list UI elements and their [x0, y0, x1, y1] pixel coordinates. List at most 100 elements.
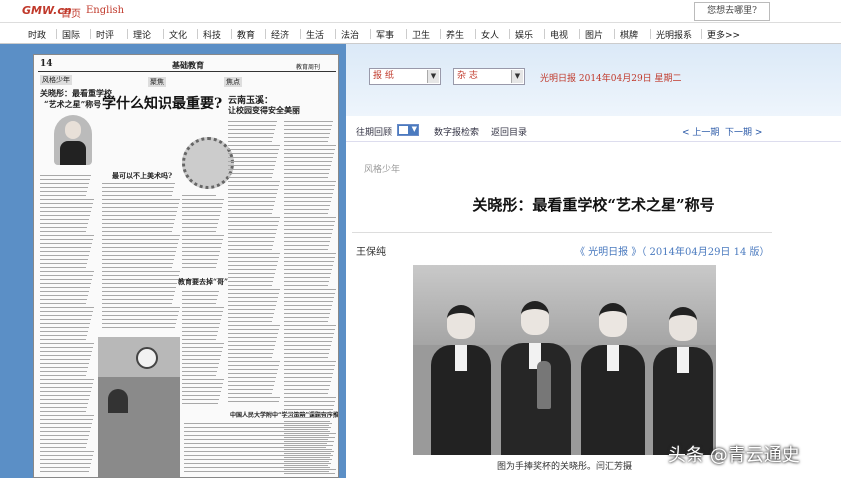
nav-item-2[interactable]: 时评	[96, 28, 114, 41]
text-line	[102, 319, 177, 320]
nav-item-7[interactable]: 经济	[271, 28, 289, 41]
text-line	[102, 199, 180, 200]
article-source: 《 光明日报 》（ 2014年04月29日 14 版）	[575, 247, 770, 258]
nav-item-5[interactable]: 科技	[203, 28, 221, 41]
english-link[interactable]: English	[86, 5, 124, 16]
newspaper-select[interactable]: 报 纸 ▼	[369, 68, 441, 85]
text-line	[182, 351, 222, 352]
back-to-index-link[interactable]: 返回目录	[491, 125, 527, 138]
text-line	[228, 325, 280, 326]
text-line	[182, 303, 216, 304]
text-line	[228, 293, 279, 294]
text-line	[40, 219, 89, 220]
text-line	[40, 323, 90, 324]
nav-separator	[163, 29, 164, 39]
next-issue-link[interactable]: 下一期 >	[725, 125, 762, 138]
text-line	[182, 375, 216, 376]
classroom-photo	[98, 337, 180, 477]
text-line	[184, 423, 332, 424]
text-line	[284, 325, 336, 326]
text-line	[102, 323, 176, 324]
text-line	[228, 253, 280, 254]
text-line	[40, 427, 91, 428]
text-line	[284, 153, 334, 154]
text-line	[182, 235, 224, 236]
text-line	[284, 189, 334, 190]
nav-item-8[interactable]: 生活	[306, 28, 324, 41]
nav-item-10[interactable]: 军事	[376, 28, 394, 41]
text-line	[40, 187, 88, 188]
nav-item-0[interactable]: 时政	[28, 28, 46, 41]
text-line	[40, 271, 94, 272]
text-line	[228, 225, 278, 226]
nav-item-14[interactable]: 娱乐	[515, 28, 533, 41]
text-line	[228, 177, 272, 178]
text-line	[184, 427, 331, 428]
nav-item-16[interactable]: 图片	[585, 28, 603, 41]
text-line	[228, 213, 272, 214]
prev-issue-link[interactable]: < 上一期	[682, 125, 719, 138]
nav-separator	[90, 29, 91, 39]
article-section: 风格少年	[364, 165, 401, 175]
text-line	[228, 121, 277, 122]
text-line	[102, 303, 172, 304]
text-line	[228, 205, 274, 206]
text-line	[228, 173, 273, 174]
text-line	[102, 299, 173, 300]
text-line	[40, 411, 86, 412]
nav-item-11[interactable]: 卫生	[412, 28, 430, 41]
nav-item-12[interactable]: 养生	[446, 28, 464, 41]
nav-item-19[interactable]: 更多>>	[707, 28, 740, 41]
nav-item-4[interactable]: 文化	[169, 28, 187, 41]
magazine-select[interactable]: 杂 志 ▼	[453, 68, 525, 85]
text-line	[182, 395, 220, 396]
nav-item-6[interactable]: 教育	[237, 28, 255, 41]
text-line	[228, 393, 272, 394]
text-line	[182, 259, 218, 260]
text-line	[40, 391, 91, 392]
home-link[interactable]: 首页	[61, 5, 81, 20]
text-line	[182, 195, 216, 196]
text-line	[284, 473, 335, 474]
text-line	[40, 191, 87, 192]
newspaper-page-image[interactable]: 14 基础教育 教育周刊 风格少年 关晓彤：最看重学校 “艺术之星”称号 聚焦 …	[33, 54, 339, 478]
text-line	[284, 265, 333, 266]
col1-portrait	[54, 115, 92, 165]
text-line	[182, 215, 220, 216]
text-line	[182, 359, 220, 360]
text-line	[284, 349, 330, 350]
text-line	[284, 137, 329, 138]
nav-item-13[interactable]: 女人	[481, 28, 499, 41]
nav-separator	[231, 29, 232, 39]
text-line	[228, 141, 272, 142]
nav-separator	[56, 29, 57, 39]
text-line	[40, 419, 93, 420]
digital-search-link[interactable]: 数字报检索	[434, 125, 479, 138]
text-line	[40, 315, 92, 316]
text-line	[228, 233, 276, 234]
text-line	[182, 263, 217, 264]
text-line	[102, 183, 175, 184]
text-line	[40, 255, 89, 256]
nav-item-9[interactable]: 法治	[341, 28, 359, 41]
text-line	[102, 263, 173, 264]
nav-item-3[interactable]: 理论	[133, 28, 151, 41]
text-line	[102, 223, 174, 224]
text-line	[228, 329, 279, 330]
text-line	[284, 125, 332, 126]
destination-search-input[interactable]: 您想去哪里?	[694, 2, 770, 21]
nav-item-1[interactable]: 国际	[62, 28, 80, 41]
nav-item-17[interactable]: 棋牌	[620, 28, 638, 41]
nav-separator	[406, 29, 407, 39]
text-line	[102, 187, 174, 188]
history-picker[interactable]: ▼	[397, 124, 419, 136]
text-line	[228, 241, 274, 242]
text-line	[40, 343, 94, 344]
nav-item-15[interactable]: 电视	[550, 28, 568, 41]
text-line	[284, 373, 333, 374]
text-line	[182, 379, 224, 380]
text-line	[40, 331, 88, 332]
text-line	[284, 309, 331, 310]
text-line	[102, 295, 174, 296]
nav-item-18[interactable]: 光明报系	[656, 28, 692, 41]
